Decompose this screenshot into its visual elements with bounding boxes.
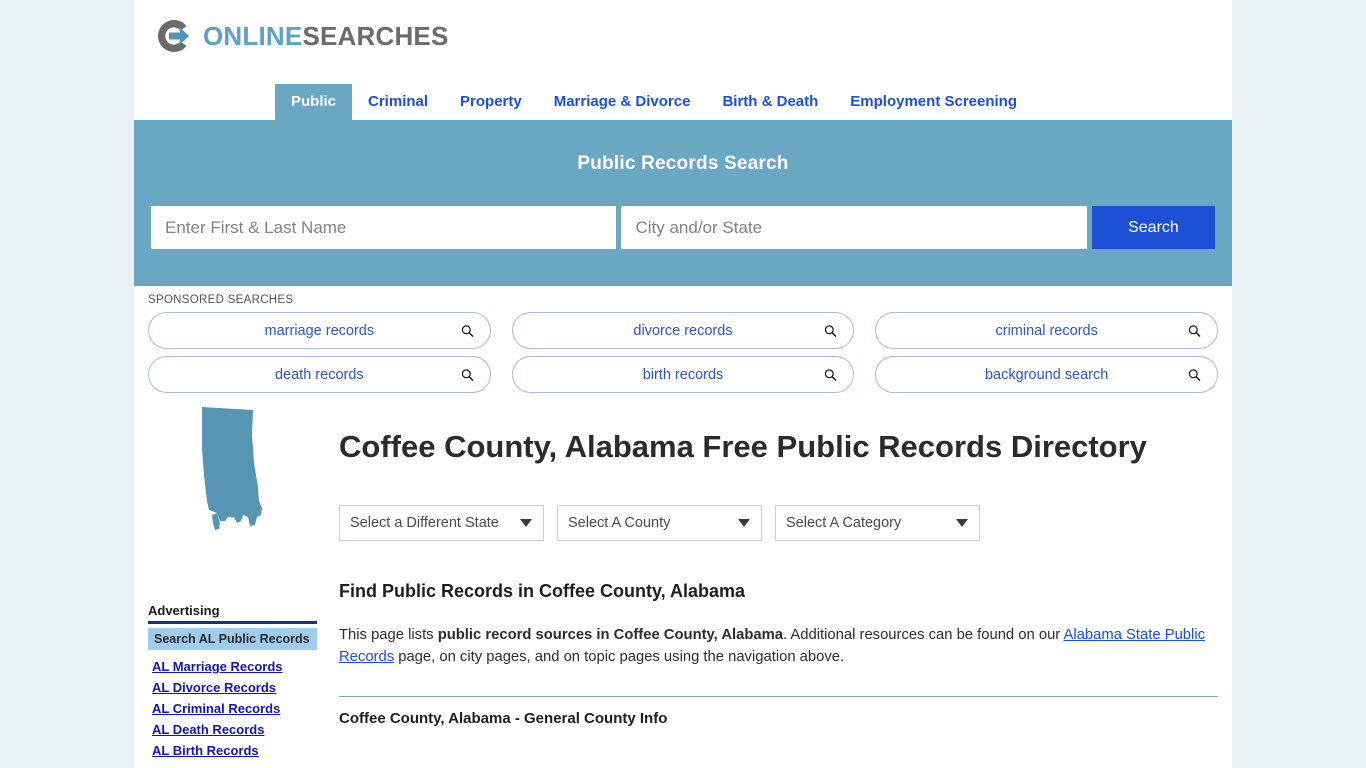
page-root: ONLINESEARCHES Public Criminal Property … [0, 0, 1366, 768]
location-search-input[interactable] [621, 206, 1087, 249]
sponsored-pill-background-search[interactable]: background search [875, 356, 1218, 393]
magnifier-icon [824, 324, 837, 337]
sponsored-pill-label: divorce records [633, 322, 733, 339]
chevron-down-icon [738, 518, 750, 527]
advertising-heading: Advertising [148, 603, 317, 624]
sidebar-link-al-divorce-records[interactable]: AL Divorce Records [152, 680, 317, 695]
tab-marriage-divorce[interactable]: Marriage & Divorce [538, 84, 707, 120]
sponsored-searches-section: SPONSORED SEARCHES marriage records divo… [134, 286, 1232, 393]
state-map-wrap [148, 403, 317, 603]
content-container: ONLINESEARCHES Public Criminal Property … [134, 0, 1232, 768]
site-header: ONLINESEARCHES [134, 0, 1232, 80]
magnifier-icon [824, 368, 837, 381]
tab-criminal[interactable]: Criminal [352, 84, 444, 120]
main-column: Coffee County, Alabama Free Public Recor… [323, 403, 1232, 764]
name-search-input[interactable] [151, 206, 617, 249]
body-area: Advertising Search AL Public Records AL … [134, 393, 1232, 764]
section-divider [339, 695, 1218, 697]
select-state[interactable]: Select a Different State [339, 504, 544, 541]
primary-nav: Public Criminal Property Marriage & Divo… [134, 80, 1232, 123]
select-county-label: Select A County [568, 514, 671, 531]
alabama-state-map-icon [195, 405, 271, 536]
magnifier-icon [461, 324, 474, 337]
tab-employment-screening[interactable]: Employment Screening [834, 84, 1033, 120]
chevron-down-icon [520, 518, 532, 527]
logo-wordmark: ONLINESEARCHES [203, 23, 449, 49]
sponsored-pill-label: background search [984, 366, 1109, 383]
sidebar-link-al-marriage-records[interactable]: AL Marriage Records [152, 659, 317, 674]
magnifier-icon [1188, 324, 1201, 337]
sponsored-pill-label: birth records [642, 366, 724, 383]
general-county-info-heading: Coffee County, Alabama - General County … [339, 709, 668, 727]
sidebar-link-al-birth-records[interactable]: AL Birth Records [152, 743, 317, 758]
search-al-public-records-box[interactable]: Search AL Public Records [148, 628, 317, 650]
sponsored-pill-birth-records[interactable]: birth records [511, 356, 855, 393]
public-records-search-band: Public Records Search Search [134, 123, 1232, 286]
sponsored-pill-criminal-records[interactable]: criminal records [875, 312, 1218, 349]
sidebar-link-al-death-records[interactable]: AL Death Records [152, 722, 317, 737]
select-category-label: Select A Category [786, 514, 902, 531]
filter-selects: Select a Different State Select A County… [339, 504, 1218, 541]
section-heading: Find Public Records in Coffee County, Al… [339, 580, 746, 601]
sidebar-link-al-criminal-records[interactable]: AL Criminal Records [152, 701, 317, 716]
sponsored-pill-grid: marriage records divorce records crimina… [148, 312, 1218, 393]
page-title: Coffee County, Alabama Free Public Recor… [339, 429, 1147, 464]
magnifier-icon [1188, 368, 1201, 381]
tab-birth-death[interactable]: Birth & Death [706, 84, 834, 120]
select-state-label: Select a Different State [350, 514, 499, 531]
sponsored-pill-label: death records [274, 366, 364, 383]
search-band-title: Public Records Search [577, 153, 789, 174]
search-button[interactable]: Search [1091, 206, 1215, 249]
tab-property[interactable]: Property [444, 84, 538, 120]
logo-word-online: ONLINE [203, 21, 303, 51]
left-sidebar: Advertising Search AL Public Records AL … [134, 403, 323, 764]
intro-bold-1: public record sources in Coffee County, … [437, 626, 784, 643]
select-category[interactable]: Select A Category [775, 504, 980, 541]
sponsored-pill-death-records[interactable]: death records [148, 356, 491, 393]
sponsored-searches-label: SPONSORED SEARCHES [148, 294, 294, 306]
sponsored-pill-marriage-records[interactable]: marriage records [148, 312, 491, 349]
sponsored-pill-label: criminal records [995, 322, 1098, 339]
site-logo[interactable]: ONLINESEARCHES [154, 16, 1232, 56]
circular-arrow-logo-icon [154, 16, 194, 56]
tab-public[interactable]: Public [275, 84, 353, 120]
sponsored-pill-label: marriage records [264, 322, 375, 339]
select-county[interactable]: Select A County [557, 504, 762, 541]
chevron-down-icon [956, 518, 968, 527]
logo-word-searches: SEARCHES [302, 21, 449, 51]
intro-text-2: . Additional resources can be found on o… [783, 626, 1064, 643]
search-form: Search [151, 206, 1215, 249]
intro-text-1: This page lists [339, 626, 438, 643]
magnifier-icon [461, 368, 474, 381]
intro-text-3: page, on city pages, and on topic pages … [394, 649, 845, 666]
sponsored-pill-divorce-records[interactable]: divorce records [511, 312, 855, 349]
intro-paragraph: This page lists public record sources in… [339, 624, 1218, 669]
